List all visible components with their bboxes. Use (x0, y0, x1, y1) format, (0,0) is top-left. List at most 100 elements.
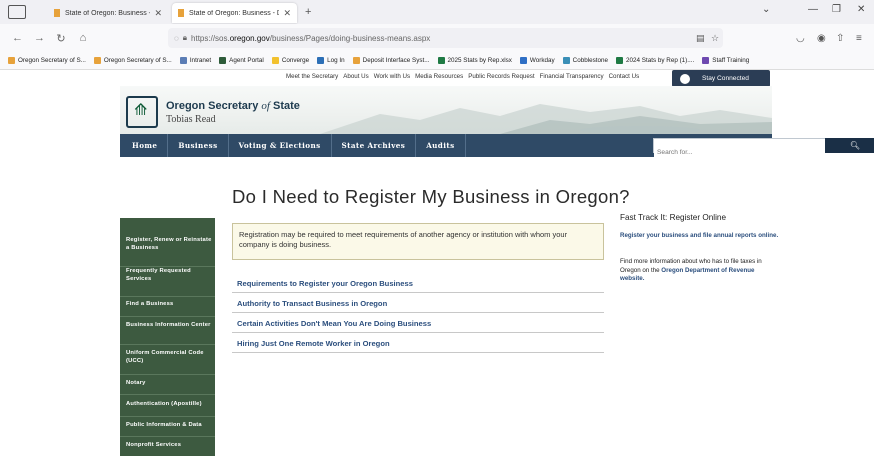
menu-icon[interactable]: ≡ (856, 33, 862, 44)
browser-toolbar: ← → ↻ ⌂ ◌ 🔒︎ https://sos. oregon.gov/busi… (0, 24, 874, 52)
main-nav: Home Business Voting & Elections State A… (120, 134, 874, 159)
bookmark-icon (562, 57, 570, 64)
page-title: Do I Need to Register My Business in Ore… (232, 186, 630, 207)
bookmark-label: 2024 Stats by Rep (1).... (626, 57, 695, 64)
bookmark-icon (219, 57, 227, 64)
nav-voting-elections[interactable]: Voting & Elections (229, 141, 331, 150)
utility-link[interactable]: Public Records Request (468, 73, 534, 80)
address-bar[interactable]: ◌ 🔒︎ https://sos. oregon.gov/business/Pag… (168, 28, 723, 48)
utility-link[interactable]: Contact Us (609, 73, 640, 80)
utility-link[interactable]: Media Resources (415, 73, 463, 80)
window-close-icon[interactable]: ✕ (857, 4, 865, 15)
sidenav-find-business[interactable]: Find a Business (120, 296, 215, 308)
bookmark-icon (616, 57, 624, 64)
pocket-icon[interactable]: ◡ (796, 33, 805, 44)
extensions-icon[interactable]: ⇧ (836, 33, 844, 44)
utility-link[interactable]: Financial Transparency (540, 73, 604, 80)
link-certain-activities[interactable]: Certain Activities Don't Mean You Are Do… (237, 319, 431, 328)
registration-notice: Registration may be required to meet req… (232, 223, 604, 260)
tab-business-do[interactable]: State of Oregon: Business - Do ✕ (172, 3, 297, 23)
site-subtitle: Tobias Read (166, 114, 216, 125)
reload-icon[interactable]: ↻ (56, 32, 66, 45)
shield-icon[interactable]: ◌ (174, 34, 179, 43)
tab-title: State of Oregon: Business - Bus (65, 9, 150, 17)
sidenav-frequently-requested[interactable]: Frequently Requested Services (120, 266, 215, 283)
utility-link[interactable]: Work with Us (374, 73, 410, 80)
url-prefix: https://sos. (191, 33, 230, 43)
home-icon[interactable]: ⌂ (78, 32, 88, 44)
bookmark-item[interactable]: 2025 Stats by Rep.xlsx (437, 57, 512, 64)
bookmark-label: 2025 Stats by Rep.xlsx (447, 57, 512, 64)
new-tab-icon[interactable]: + (305, 6, 311, 18)
bookmark-icon (519, 57, 527, 64)
utility-nav: Meet the Secretary About Us Work with Us Me… (286, 73, 639, 80)
bookmark-item[interactable]: Deposit Interface Syst... (352, 57, 430, 64)
fast-track-revenue-text: Find more information about who has to f… (620, 258, 762, 282)
site-search: 🔍︎ (653, 138, 874, 159)
forward-icon[interactable]: → (34, 32, 45, 44)
link-remote-worker[interactable]: Hiring Just One Remote Worker in Oregon (237, 339, 390, 348)
utility-link[interactable]: About Us (343, 73, 368, 80)
stay-connected-button[interactable]: Stay Connected (672, 70, 770, 87)
bookmark-item[interactable]: Log In (317, 57, 345, 64)
bookmark-label: Oregon Secretary of S... (18, 57, 86, 64)
nav-state-archives[interactable]: State Archives (332, 141, 416, 150)
sidenav-register-renew[interactable]: Register, Renew or Reinstate a Business (120, 236, 215, 252)
bookmark-item[interactable]: Staff Training (702, 57, 749, 64)
sidenav-nonprofit[interactable]: Nonprofit Services (120, 436, 215, 449)
restore-icon[interactable]: ❐ (832, 4, 841, 15)
bookmark-label: Workday (529, 57, 555, 64)
sidenav-notary[interactable]: Notary (120, 374, 215, 387)
bookmark-label: Log In (327, 57, 345, 64)
close-tab-icon[interactable]: ✕ (154, 8, 162, 19)
fast-track-link[interactable]: Register your business and file annual r… (620, 232, 780, 241)
bookmark-label: Staff Training (712, 57, 750, 64)
bookmark-label: Cobblestone (572, 57, 609, 64)
site-title[interactable]: Oregon Secretary of State (166, 100, 300, 112)
search-icon: 🔍︎ (849, 141, 861, 150)
lock-icon[interactable]: 🔒︎ (183, 33, 187, 43)
account-icon[interactable]: ◉ (817, 33, 826, 44)
nav-home[interactable]: Home (120, 141, 167, 150)
bookmark-item[interactable]: Intranet (179, 57, 211, 64)
bookmark-item[interactable]: 2024 Stats by Rep (1).... (616, 57, 694, 64)
chevron-down-icon[interactable]: ⌄ (762, 4, 770, 15)
bookmark-icon (179, 57, 187, 64)
bookmark-icon (437, 57, 445, 64)
bookmark-item[interactable]: Cobblestone (562, 57, 609, 64)
bookmark-item[interactable]: Oregon Secretary of S... (93, 57, 172, 64)
sidenav-ucc[interactable]: Uniform Commercial Code (UCC) (120, 344, 215, 365)
sidenav-business-info-center[interactable]: Business Information Center (120, 316, 215, 329)
side-nav: Register, Renew or Reinstate a Business … (120, 218, 215, 456)
nav-audits[interactable]: Audits (416, 141, 464, 150)
divider (232, 312, 604, 313)
tab-business-bus[interactable]: State of Oregon: Business - Bus ✕ (48, 3, 168, 23)
nav-divider (464, 134, 466, 157)
nav-business[interactable]: Business (168, 141, 227, 150)
close-tab-icon[interactable]: ✕ (283, 8, 291, 19)
divider (232, 352, 604, 353)
link-authority[interactable]: Authority to Transact Business in Oregon (237, 299, 387, 308)
sidenav-public-information[interactable]: Public Information & Data (120, 416, 215, 429)
bookmark-item[interactable]: Agent Portal (219, 57, 264, 64)
tab-list-icon[interactable] (8, 5, 26, 19)
bookmark-item[interactable]: Workday (519, 57, 555, 64)
sidenav-apostille[interactable]: Authentication (Apostille) (120, 394, 215, 408)
link-requirements[interactable]: Requirements to Register your Oregon Bus… (237, 279, 413, 288)
bookmark-star-icon[interactable]: ☆ (711, 33, 719, 44)
reader-view-icon[interactable]: ▤ (696, 33, 705, 44)
minimize-icon[interactable]: — (808, 4, 818, 15)
search-input[interactable] (654, 146, 826, 159)
search-button[interactable]: 🔍︎ (825, 138, 874, 153)
back-icon[interactable]: ← (12, 32, 23, 44)
bookmark-label: Converge (281, 57, 310, 64)
bookmark-item[interactable]: Oregon Secretary of S... (8, 57, 86, 64)
tree-icon: ⟰ (134, 102, 148, 119)
bookmark-icon (317, 57, 325, 64)
url-path: /business/Pages/doing-business-means.asp… (269, 33, 431, 43)
divider (232, 292, 604, 293)
bookmark-item[interactable]: Converge (271, 57, 310, 64)
tab-bar: State of Oregon: Business - Bus ✕ State … (0, 0, 874, 24)
utility-link[interactable]: Meet the Secretary (286, 73, 338, 80)
megaphone-icon (680, 73, 690, 84)
